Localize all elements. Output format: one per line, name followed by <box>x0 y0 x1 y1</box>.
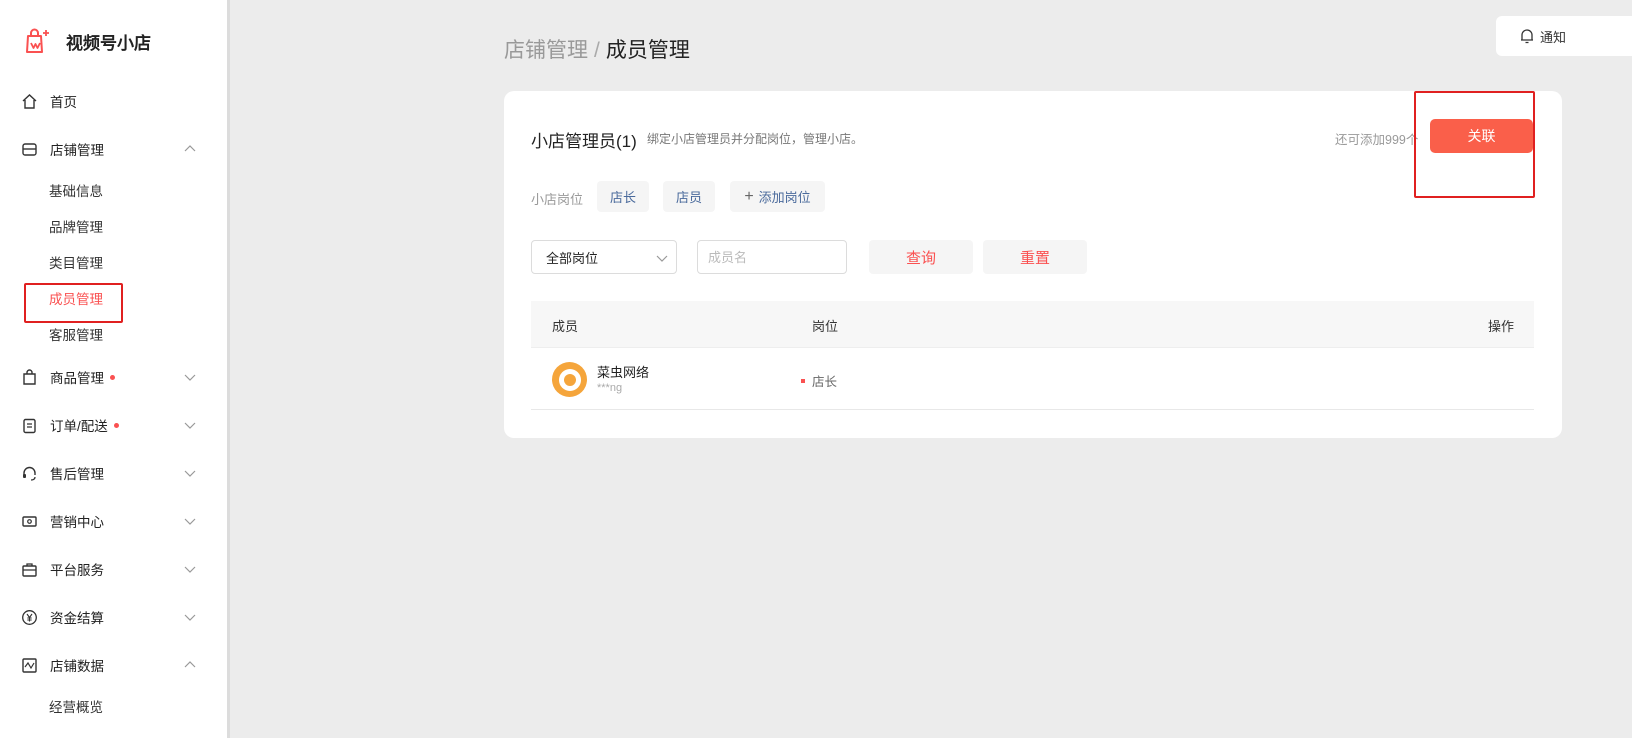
notification-dot <box>113 422 119 428</box>
role-dot-icon <box>801 378 805 383</box>
page-title: 成员管理 <box>605 39 690 62</box>
brand[interactable]: 视频号小店 <box>22 26 151 56</box>
avatar <box>552 362 587 397</box>
sidebar-item-label: 店铺数据 <box>50 659 104 674</box>
brand-title: 视频号小店 <box>66 33 151 53</box>
headset-icon <box>20 464 38 482</box>
role-filter-value: 全部岗位 <box>546 250 599 266</box>
avatar-image <box>558 368 581 391</box>
chevron-down-icon <box>184 374 196 381</box>
query-button[interactable]: 查询 <box>869 240 973 274</box>
add-role-button[interactable]: + 添加岗位 <box>730 181 825 212</box>
sidebar-item-shop-data[interactable]: 店铺数据 <box>20 650 200 680</box>
member-name-input[interactable] <box>697 240 847 274</box>
sidebar-item-shop-management[interactable]: 店铺管理 <box>20 134 200 164</box>
sidebar-item-platform-services[interactable]: 平台服务 <box>20 554 200 584</box>
chevron-down-icon <box>184 518 196 525</box>
notification-label: 通知 <box>1540 29 1567 45</box>
bag-icon <box>20 368 38 386</box>
notification-button[interactable]: 通知 <box>1496 16 1632 56</box>
members-table: 成员 岗位 操作 菜虫网络 ***ng 店长 <box>531 301 1534 410</box>
chevron-down-icon <box>656 255 668 262</box>
sidebar-item-orders[interactable]: 订单/配送 <box>20 410 200 440</box>
highlight-box-link <box>1414 91 1535 198</box>
member-role: 店长 <box>801 371 837 390</box>
breadcrumb-parent[interactable]: 店铺管理 <box>504 39 588 62</box>
quota-text: 还可添加999个 <box>1335 133 1419 147</box>
chevron-down-icon <box>184 422 196 429</box>
member-role-label: 店长 <box>812 375 838 389</box>
add-role-label: 添加岗位 <box>758 190 811 205</box>
breadcrumb-separator: / <box>594 39 600 62</box>
sidebar-item-after-sales[interactable]: 售后管理 <box>20 458 200 488</box>
chevron-down-icon <box>184 566 196 573</box>
highlight-box-members <box>24 283 123 323</box>
table-row: 菜虫网络 ***ng 店长 <box>531 347 1534 410</box>
sidebar-item-products[interactable]: 商品管理 <box>20 362 200 392</box>
breadcrumb: 店铺管理 / 成员管理 <box>504 34 690 64</box>
chart-icon <box>20 656 38 674</box>
members-card: 小店管理员(1) 绑定小店管理员并分配岗位，管理小店。 还可添加999个 关联 … <box>504 91 1562 438</box>
briefcase-icon <box>20 560 38 578</box>
header-member: 成员 <box>552 319 579 334</box>
member-account: ***ng <box>597 382 623 394</box>
reset-button[interactable]: 重置 <box>983 240 1087 274</box>
order-icon <box>20 416 38 434</box>
sidebar-item-label: 平台服务 <box>50 563 104 578</box>
card-description: 绑定小店管理员并分配岗位，管理小店。 <box>647 132 864 146</box>
notification-dot <box>110 374 115 380</box>
sidebar-subitem-basic-info[interactable]: 基础信息 <box>49 178 103 202</box>
sidebar-subitem-business-overview[interactable]: 经营概览 <box>49 694 103 718</box>
roles-label: 小店岗位 <box>531 192 584 207</box>
chevron-down-icon <box>184 470 196 477</box>
sidebar-subitem-customer-service[interactable]: 客服管理 <box>49 322 103 346</box>
role-filter-select[interactable]: 全部岗位 <box>531 240 677 274</box>
header-role: 岗位 <box>812 319 839 334</box>
role-chip-staff[interactable]: 店员 <box>663 181 715 212</box>
member-name: 菜虫网络 <box>597 365 650 380</box>
chevron-down-icon <box>184 614 196 621</box>
role-chip-manager[interactable]: 店长 <box>597 181 649 212</box>
chevron-up-icon <box>184 661 196 668</box>
home-icon <box>20 92 38 110</box>
sidebar-item-label: 商品管理 <box>50 371 104 386</box>
sidebar-subitem-category[interactable]: 类目管理 <box>49 250 103 274</box>
shop-logo-icon <box>22 26 52 56</box>
sidebar-item-label: 店铺管理 <box>50 143 104 158</box>
card-title: 小店管理员(1) <box>531 132 637 151</box>
shop-icon <box>20 140 38 158</box>
sidebar-item-label: 订单/配送 <box>50 419 108 434</box>
sidebar-item-marketing[interactable]: 营销中心 <box>20 506 200 536</box>
sidebar-subitem-brand[interactable]: 品牌管理 <box>49 214 103 238</box>
header-action: 操作 <box>1487 319 1514 334</box>
sidebar-item-label: 首页 <box>50 95 77 110</box>
bell-icon <box>1521 29 1533 44</box>
table-header: 成员 岗位 操作 <box>531 301 1534 347</box>
sidebar: 视频号小店 首页 店铺管理 基础信息 品牌管理 类目管理 成员管理 客服管理 商… <box>0 0 230 738</box>
plus-icon: + <box>744 187 754 205</box>
sidebar-item-label: 售后管理 <box>50 467 104 482</box>
sidebar-item-home[interactable]: 首页 <box>20 86 200 116</box>
sidebar-item-settlement[interactable]: 资金结算 <box>20 602 200 632</box>
yen-icon <box>20 608 38 626</box>
sidebar-item-label: 营销中心 <box>50 515 104 530</box>
chevron-up-icon <box>184 145 196 152</box>
sidebar-item-label: 资金结算 <box>50 611 104 626</box>
ticket-icon <box>20 512 38 530</box>
